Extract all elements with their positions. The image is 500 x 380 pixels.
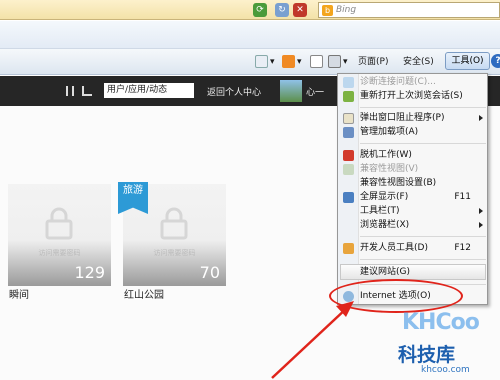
back-to-profile-link[interactable]: 返回个人中心 xyxy=(207,85,261,98)
menu-separator xyxy=(360,143,486,144)
work-offline-icon xyxy=(343,150,354,161)
addons-icon xyxy=(343,127,354,138)
search-placeholder: Bing xyxy=(336,5,357,15)
home-icon[interactable] xyxy=(255,55,268,68)
reopen-session-icon xyxy=(343,91,354,102)
menu-item-toolbars[interactable]: 工具栏(T) xyxy=(338,205,487,218)
submenu-arrow-icon xyxy=(479,115,483,121)
menu-item-manage-addons[interactable]: 管理加载项(A) xyxy=(338,126,487,139)
menu-item-label: 兼容性视图设置(B) xyxy=(360,178,437,188)
menu-item-explorer-bars[interactable]: 浏览器栏(X) xyxy=(338,219,487,232)
print-dropdown-icon[interactable]: ▾ xyxy=(343,54,348,70)
menu-item-compat-settings[interactable]: 兼容性视图设置(B) xyxy=(338,177,487,190)
card-title[interactable]: 红山公园 xyxy=(124,286,164,301)
tools-menu: 诊断连接问题(C)... 重新打开上次浏览会话(S) 弹出窗口阻止程序(P) 管… xyxy=(337,73,488,305)
site-search-input[interactable]: 用户/应用/动态 xyxy=(104,83,194,98)
menu-item-suggested-sites[interactable]: 建议网站(G) xyxy=(338,266,487,279)
submenu-arrow-icon xyxy=(479,222,483,228)
avatar[interactable] xyxy=(280,80,302,102)
feeds-icon[interactable] xyxy=(282,55,295,68)
address-bar: ⟳ ↻ ✕ b Bing xyxy=(0,0,500,20)
menu-item-label: 脱机工作(W) xyxy=(360,150,412,160)
security-menu-button[interactable]: 安全(S) xyxy=(403,54,434,70)
annotation-arrow xyxy=(271,301,354,379)
fullscreen-icon xyxy=(343,192,354,203)
tools-menu-button[interactable]: 工具(O) xyxy=(445,52,490,70)
menu-item-diagnose[interactable]: 诊断连接问题(C)... xyxy=(338,76,487,89)
dev-tools-icon xyxy=(343,243,354,254)
card-locked-text: 访问需要密码 xyxy=(38,249,81,257)
menu-item-compat-view[interactable]: 兼容性视图(V) xyxy=(338,163,487,176)
menu-item-label: 重新打开上次浏览会话(S) xyxy=(360,91,463,101)
help-icon[interactable]: ? xyxy=(491,54,500,68)
menu-item-shortcut: F12 xyxy=(454,243,471,253)
feeds-dropdown-icon[interactable]: ▾ xyxy=(297,54,302,70)
card-title[interactable]: 瞬间 xyxy=(9,286,29,301)
menu-item-label: 全屏显示(F) xyxy=(360,192,409,202)
compat-view-icon xyxy=(343,164,354,175)
card-photo-count: 129 xyxy=(74,263,105,282)
pause-icon[interactable] xyxy=(66,86,74,96)
submenu-arrow-icon xyxy=(479,208,483,214)
menu-item-label: 建议网站(G) xyxy=(360,267,410,277)
stop-icon[interactable]: ✕ xyxy=(293,3,307,17)
menu-item-shortcut: F11 xyxy=(454,192,471,202)
menu-item-label: 工具栏(T) xyxy=(360,206,400,216)
card-locked-text: 访问需要密码 xyxy=(153,249,196,257)
menu-item-dev-tools[interactable]: 开发人员工具(D) F12 xyxy=(338,242,487,255)
lock-icon xyxy=(160,207,188,240)
tab-bar xyxy=(0,21,500,49)
print-icon[interactable] xyxy=(328,55,341,68)
album-card[interactable]: 访问需要密码 129 xyxy=(8,184,111,286)
menu-item-label: 管理加载项(A) xyxy=(360,127,419,137)
refresh-icon[interactable]: ↻ xyxy=(275,3,289,17)
menu-separator xyxy=(360,107,486,108)
menu-item-label: 兼容性视图(V) xyxy=(360,164,419,174)
lock-icon xyxy=(45,207,73,240)
username-text: 心一 xyxy=(306,88,325,98)
menu-item-reopen-session[interactable]: 重新打开上次浏览会话(S) xyxy=(338,90,487,103)
menu-separator xyxy=(360,259,486,260)
watermark-name: 科技库 xyxy=(398,344,456,366)
menu-separator xyxy=(360,236,486,237)
menu-item-popup-blocker[interactable]: 弹出窗口阻止程序(P) xyxy=(338,112,487,125)
card-photo-count: 70 xyxy=(199,263,220,282)
page-menu-button[interactable]: 页面(P) xyxy=(358,54,388,70)
mail-icon[interactable] xyxy=(310,55,323,68)
menu-item-fullscreen[interactable]: 全屏显示(F) F11 xyxy=(338,191,487,204)
watermark-logo: KHCoo xyxy=(402,310,480,335)
menu-item-label: 开发人员工具(D) xyxy=(360,243,428,253)
watermark-url: khcoo.com xyxy=(421,365,470,375)
compat-view-icon[interactable]: ⟳ xyxy=(253,3,267,17)
popup-blocker-icon xyxy=(343,113,354,124)
chart-icon[interactable] xyxy=(82,86,92,96)
bing-icon: b xyxy=(322,5,333,16)
diagnose-icon xyxy=(343,77,354,88)
command-bar: ▾ ▾ ▾ 页面(P) 安全(S) 工具(O) ? xyxy=(0,49,500,75)
home-dropdown-icon[interactable]: ▾ xyxy=(270,54,275,70)
menu-item-work-offline[interactable]: 脱机工作(W) xyxy=(338,149,487,162)
menu-item-label: 诊断连接问题(C)... xyxy=(360,77,436,87)
menu-item-label: 弹出窗口阻止程序(P) xyxy=(360,113,445,123)
tools-menu-label: 工具(O) xyxy=(451,56,484,66)
search-input[interactable]: b Bing xyxy=(318,2,500,18)
menu-item-label: 浏览器栏(X) xyxy=(360,220,410,230)
